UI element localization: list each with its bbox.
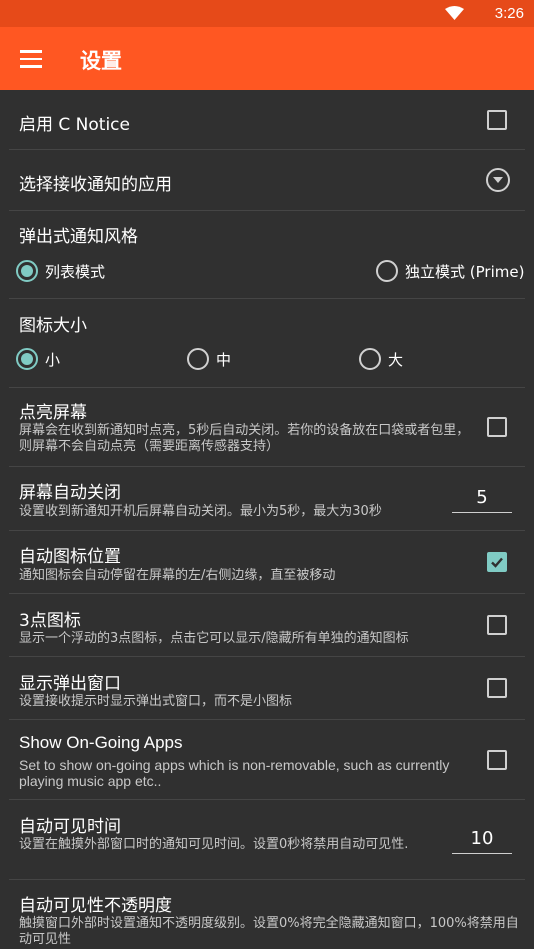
radio-list-mode[interactable]: 列表模式	[16, 260, 105, 282]
setting-title: 自动可见时间	[19, 817, 121, 837]
setting-auto-visible-time[interactable]: 自动可见时间 设置在触摸外部窗口时的通知可见时间。设置0秒将禁用自动可见性. 1…	[9, 800, 525, 880]
status-bar: 3:26	[0, 0, 534, 27]
auto-icon-position-checkbox[interactable]	[487, 552, 507, 572]
menu-icon[interactable]	[20, 50, 42, 68]
radio-label: 大	[388, 350, 404, 369]
setting-title: 启用 C Notice	[19, 115, 130, 135]
radio-label: 列表模式	[45, 262, 106, 281]
radio-label: 中	[216, 350, 232, 369]
setting-title: 3点图标	[19, 611, 81, 631]
setting-popup-style: 弹出式通知风格 列表模式 独立模式 (Prime)	[9, 211, 525, 299]
app-bar: 设置	[0, 27, 534, 90]
setting-show-popup[interactable]: 显示弹出窗口 设置接收提示时显示弹出式窗口，而不是小图标	[9, 657, 525, 720]
page-title: 设置	[80, 49, 122, 73]
radio-selected-icon	[16, 348, 38, 370]
chevron-down-circle-icon[interactable]	[486, 168, 510, 192]
radio-unselected-icon	[376, 260, 398, 282]
setting-title: 选择接收通知的应用	[19, 175, 172, 195]
setting-summary: 设置接收提示时显示弹出式窗口，而不是小图标	[19, 694, 293, 709]
setting-summary: 通知图标会自动停留在屏幕的左/右侧边缘，直至被移动	[19, 568, 336, 583]
enable-checkbox[interactable]	[487, 110, 507, 130]
setting-title: Show On-Going Apps	[19, 733, 183, 752]
setting-summary: 触摸窗口外部时设置通知不透明度级别。设置0%将完全隐藏通知窗口，100%将禁用自…	[19, 916, 519, 947]
screen-off-seconds-input[interactable]: 5	[452, 487, 512, 513]
setting-select-apps[interactable]: 选择接收通知的应用	[9, 150, 525, 211]
setting-auto-icon-position[interactable]: 自动图标位置 通知图标会自动停留在屏幕的左/右侧边缘，直至被移动	[9, 531, 525, 594]
radio-unselected-icon	[359, 348, 381, 370]
wake-screen-checkbox[interactable]	[487, 417, 507, 437]
setting-title: 弹出式通知风格	[19, 227, 138, 247]
three-dot-icon-checkbox[interactable]	[487, 615, 507, 635]
setting-title: 自动可见性不透明度	[19, 896, 172, 916]
setting-auto-visible-opacity[interactable]: 自动可见性不透明度 触摸窗口外部时设置通知不透明度级别。设置0%将完全隐藏通知窗…	[9, 880, 525, 949]
setting-auto-screen-off[interactable]: 屏幕自动关闭 设置收到新通知开机后屏幕自动关闭。最小为5秒，最大为30秒 5	[9, 467, 525, 531]
wifi-icon	[445, 6, 464, 20]
radio-size-medium[interactable]: 中	[187, 348, 231, 370]
radio-label: 小	[45, 350, 61, 369]
setting-three-dot-icon[interactable]: 3点图标 显示一个浮动的3点图标，点击它可以显示/隐藏所有单独的通知图标	[9, 594, 525, 657]
setting-title: 屏幕自动关闭	[19, 483, 121, 503]
radio-unselected-icon	[187, 348, 209, 370]
radio-size-large[interactable]: 大	[359, 348, 403, 370]
setting-wake-screen[interactable]: 点亮屏幕 屏幕会在收到新通知时点亮，5秒后自动关闭。若你的设备放在口袋或者包里，…	[9, 388, 525, 467]
setting-icon-size: 图标大小 小 中 大	[9, 299, 525, 388]
setting-ongoing-apps[interactable]: Show On-Going Apps Set to show on-going …	[9, 720, 525, 800]
setting-summary: 设置在触摸外部窗口时的通知可见时间。设置0秒将禁用自动可见性.	[19, 837, 409, 852]
clock: 3:26	[494, 5, 524, 22]
setting-title: 自动图标位置	[19, 547, 121, 567]
setting-title: 点亮屏幕	[19, 403, 87, 423]
ongoing-apps-checkbox[interactable]	[487, 750, 507, 770]
setting-title: 显示弹出窗口	[19, 674, 121, 694]
check-icon	[491, 557, 503, 568]
radio-standalone-mode[interactable]: 独立模式 (Prime)	[376, 260, 524, 282]
visible-time-input[interactable]: 10	[452, 828, 512, 854]
radio-label: 独立模式 (Prime)	[405, 262, 525, 281]
setting-summary: 显示一个浮动的3点图标，点击它可以显示/隐藏所有单独的通知图标	[19, 631, 409, 646]
setting-summary: 屏幕会在收到新通知时点亮，5秒后自动关闭。若你的设备放在口袋或者包里，则屏幕不会…	[19, 423, 470, 454]
radio-size-small[interactable]: 小	[16, 348, 60, 370]
setting-summary: Set to show on-going apps which is non-r…	[19, 757, 450, 789]
radio-selected-icon	[16, 260, 38, 282]
setting-title: 图标大小	[19, 316, 87, 336]
show-popup-checkbox[interactable]	[487, 678, 507, 698]
setting-enable[interactable]: 启用 C Notice	[9, 90, 525, 150]
setting-summary: 设置收到新通知开机后屏幕自动关闭。最小为5秒，最大为30秒	[19, 504, 382, 519]
